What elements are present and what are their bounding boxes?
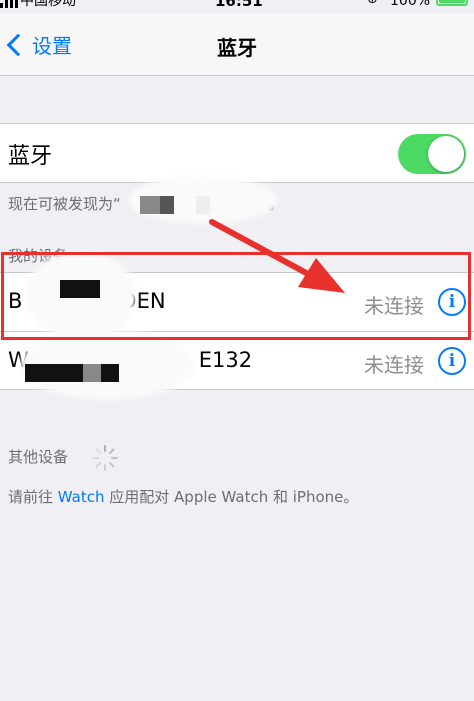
other-devices-header: 其他设备: [8, 448, 69, 466]
loading-spinner-icon: [92, 445, 118, 471]
watch-link[interactable]: Watch: [58, 488, 105, 506]
pair-hint: 请前往 Watch 应用配对 Apple Watch 和 iPhone。: [8, 486, 358, 507]
annotation-arrow: [209, 219, 345, 293]
pair-hint-prefix: 请前往: [8, 488, 54, 506]
pair-hint-suffix: 应用配对 Apple Watch 和 iPhone。: [109, 488, 359, 506]
